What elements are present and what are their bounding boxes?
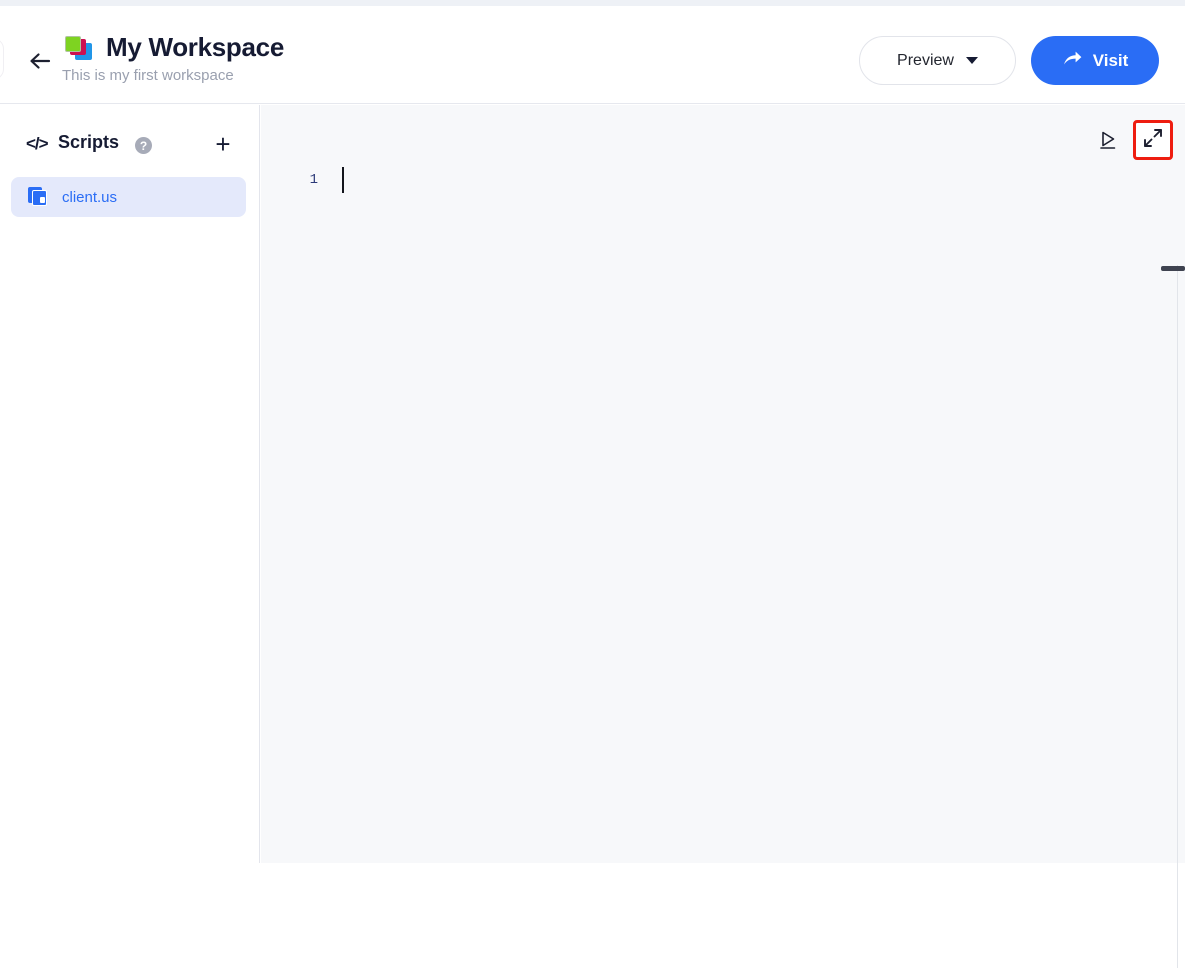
visit-button[interactable]: Visit xyxy=(1031,36,1159,85)
stacked-squares-icon xyxy=(64,35,96,65)
add-script-button[interactable]: + xyxy=(210,130,236,158)
workspace-header: My Workspace This is my first workspace … xyxy=(0,6,1185,104)
code-brackets-icon: </> xyxy=(26,134,49,153)
preview-button-label: Preview xyxy=(897,51,954,69)
script-file-name: client.us xyxy=(62,188,118,206)
scripts-section-header: </> Scripts ? + xyxy=(0,128,260,162)
left-edge-clipped-element xyxy=(0,38,4,80)
editor-scrollbar-thumb[interactable] xyxy=(1161,266,1185,271)
back-button[interactable] xyxy=(24,46,56,76)
list-item[interactable]: client.us xyxy=(11,177,246,217)
code-editor-pane[interactable]: 1 xyxy=(261,105,1185,968)
visit-button-label: Visit xyxy=(1092,50,1129,70)
expand-diagonal-icon xyxy=(1142,127,1164,154)
editor-line-number: 1 xyxy=(309,172,318,188)
editor-toolbar xyxy=(1095,115,1173,165)
preview-button[interactable]: Preview xyxy=(859,36,1016,85)
play-run-icon[interactable] xyxy=(1095,127,1121,153)
help-icon[interactable]: ? xyxy=(135,137,152,154)
scripts-sidebar: </> Scripts ? + client.us xyxy=(0,105,260,863)
expand-editor-button[interactable] xyxy=(1133,120,1173,160)
arrow-share-icon xyxy=(1062,49,1083,73)
file-copy-icon xyxy=(28,187,50,207)
scripts-label: Scripts xyxy=(58,132,120,152)
arrow-left-icon xyxy=(28,50,52,72)
text-cursor xyxy=(342,167,344,193)
page-title: My Workspace xyxy=(106,32,284,62)
page-subtitle: This is my first workspace xyxy=(62,67,234,84)
chevron-down-icon xyxy=(965,57,978,64)
